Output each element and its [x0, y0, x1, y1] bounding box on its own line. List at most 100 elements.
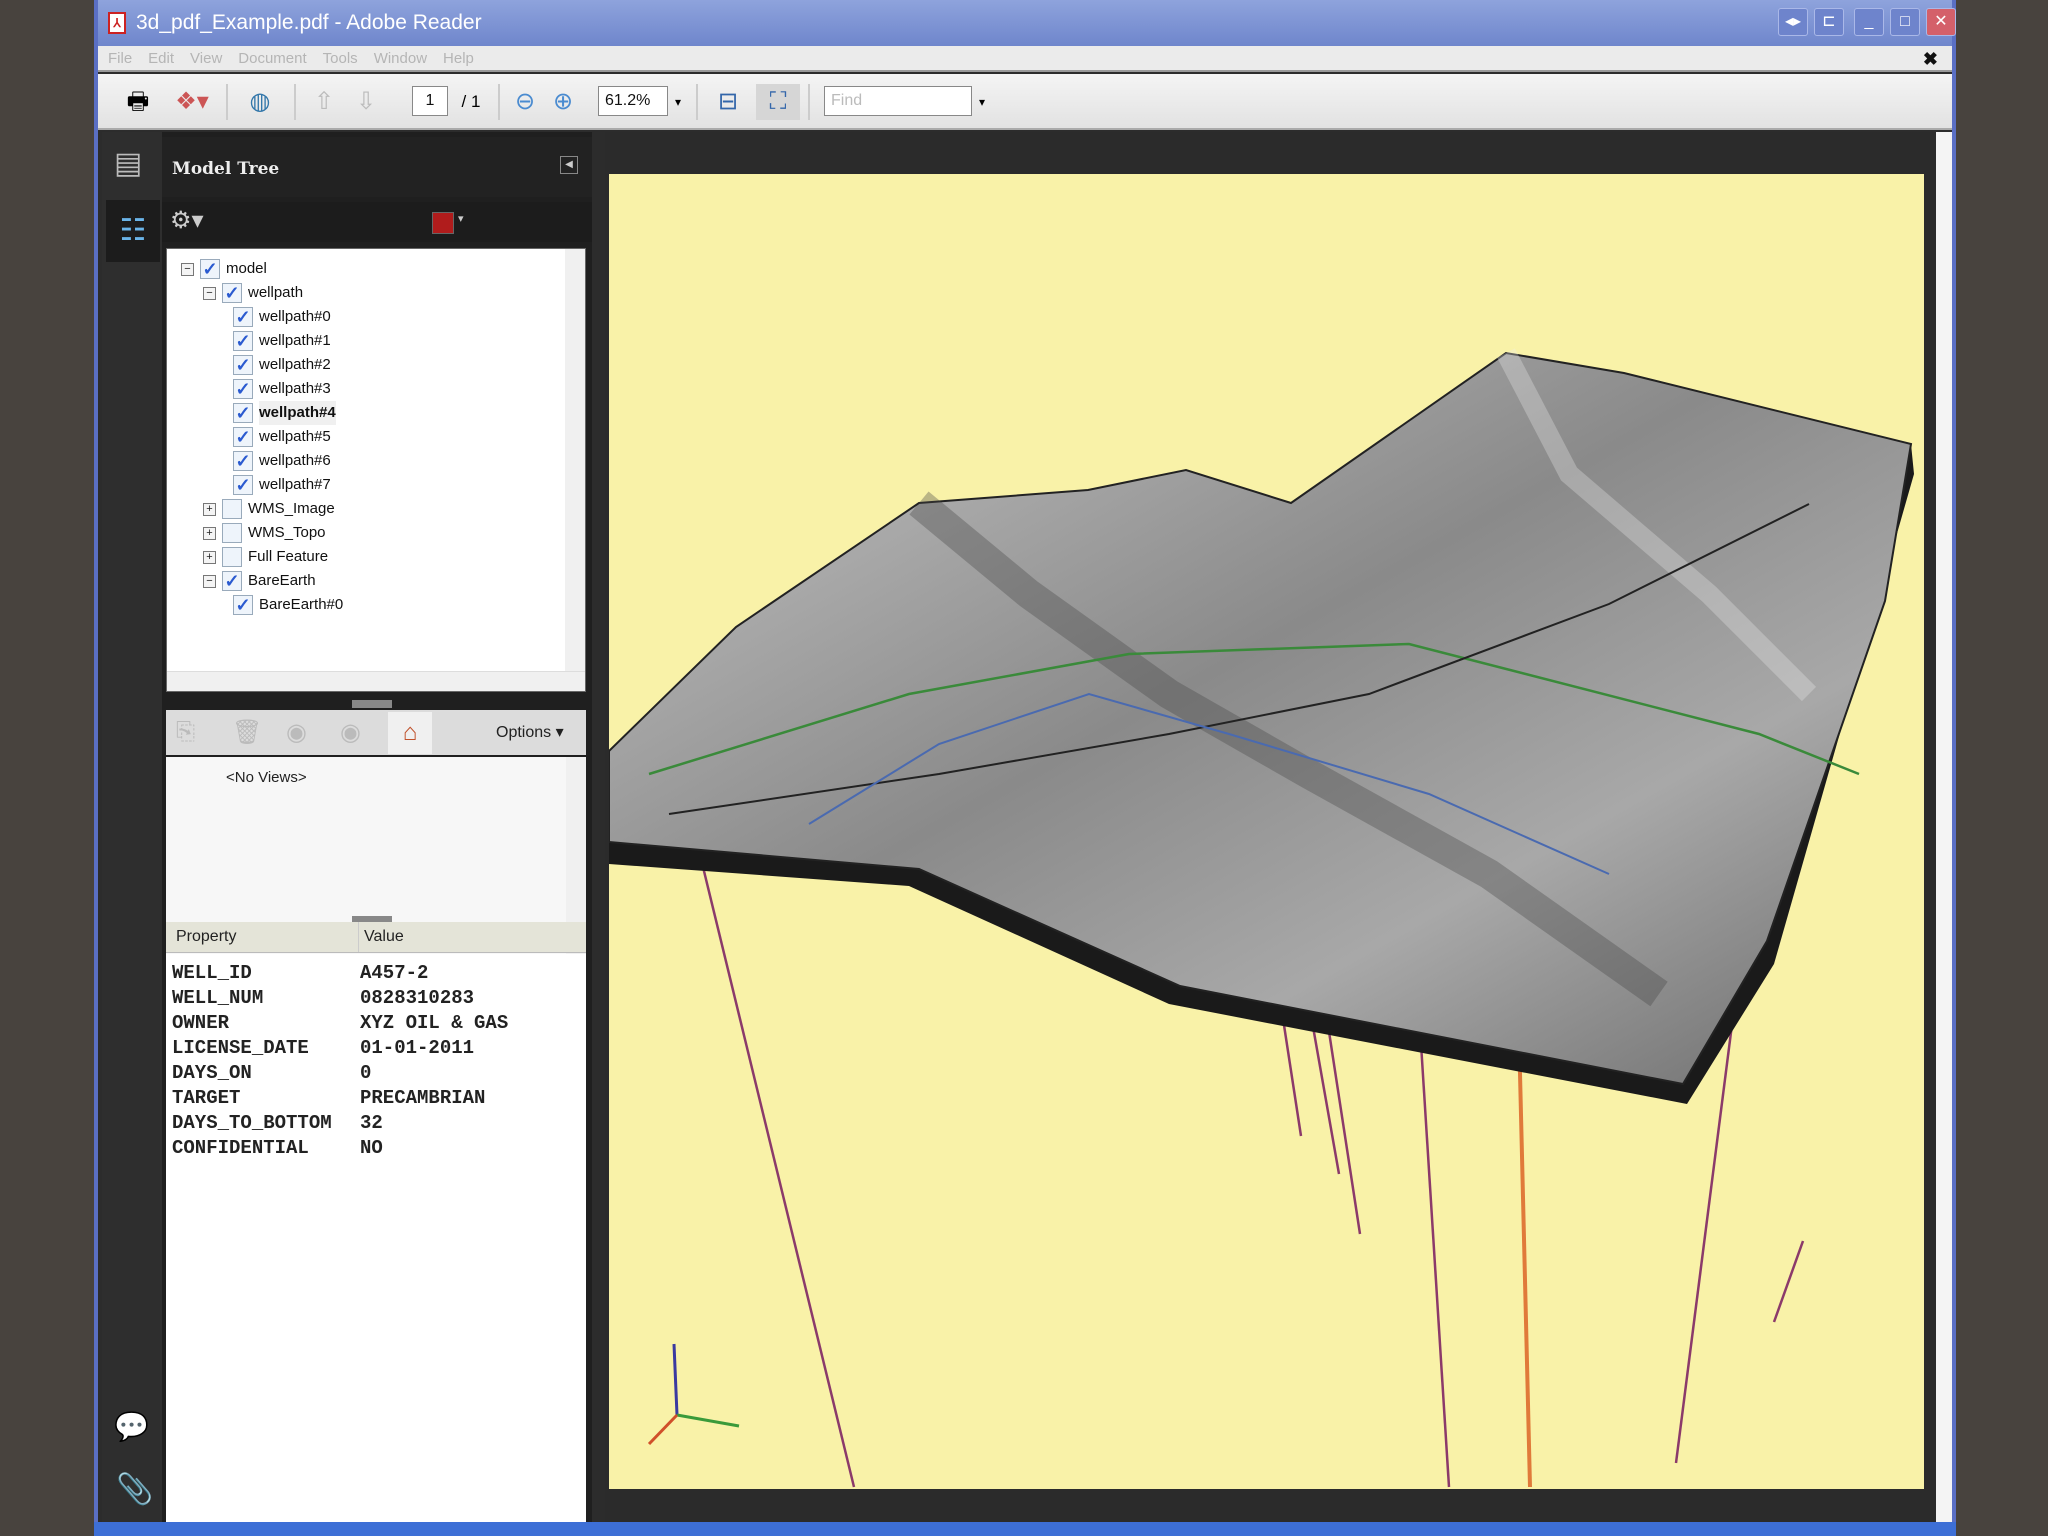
menu-help[interactable]: Help [443, 50, 474, 67]
minimize-button[interactable]: _ [1854, 8, 1884, 36]
property-value: PRECAMBRIAN [360, 1087, 486, 1109]
visibility-checkbox[interactable]: ✓ [200, 259, 220, 279]
zoom-dropdown-icon[interactable]: ▾ [670, 84, 686, 120]
close-button[interactable]: ✕ [1926, 8, 1956, 36]
color-picker-swatch[interactable] [432, 212, 454, 234]
collapse-panel-icon[interactable]: ◀ [560, 156, 578, 174]
tree-item[interactable]: + ✓ WMS_Topo [203, 521, 326, 545]
visibility-checkbox[interactable]: ✓ [233, 403, 253, 423]
collaborate-icon[interactable]: ◍ [238, 84, 282, 120]
document-vertical-scrollbar[interactable] [1936, 132, 1952, 1522]
toolbar: 🖶 ❖▾ ◍ ⇧ ⇩ 1 / 1 ⊖ ⊕ 61.2% ▾ ⊟ ⛶ Find ▾ [98, 74, 1952, 130]
find-dropdown-icon[interactable]: ▾ [974, 84, 990, 120]
visibility-checkbox[interactable]: ✓ [233, 475, 253, 495]
visibility-checkbox[interactable]: ✓ [233, 355, 253, 375]
3d-viewer[interactable] [605, 132, 1939, 1522]
collapse-icon[interactable]: − [203, 286, 216, 300]
maximize-button[interactable]: □ [1890, 8, 1920, 36]
property-value: 0828310283 [360, 987, 475, 1009]
visibility-checkbox[interactable]: ✓ [222, 547, 242, 567]
views-options-button[interactable]: Options ▾ [496, 722, 564, 742]
tree-item-label: wellpath#5 [259, 428, 331, 445]
visibility-checkbox[interactable]: ✓ [222, 571, 242, 591]
visibility-checkbox[interactable]: ✓ [233, 427, 253, 447]
create-pdf-icon[interactable]: ❖▾ [170, 84, 214, 120]
zoom-level-input[interactable]: 61.2% [598, 86, 668, 116]
tree-vertical-scrollbar[interactable] [565, 249, 585, 671]
model-tree-icon[interactable]: ☷ [106, 200, 160, 262]
window-title: 3d_pdf_Example.pdf - Adobe Reader [136, 11, 482, 34]
tree-item[interactable]: ✓ wellpath#3 [227, 377, 331, 401]
tree-item[interactable]: − ✓ BareEarth [203, 569, 316, 593]
collapse-icon[interactable]: − [203, 574, 216, 588]
fit-page-icon[interactable]: ⛶ [756, 84, 800, 120]
tree-item[interactable]: ✓ wellpath#5 [227, 425, 331, 449]
visibility-checkbox[interactable]: ✓ [233, 307, 253, 327]
zoom-in-icon[interactable]: ⊕ [548, 84, 578, 120]
wellpath-line[interactable] [1772, 1240, 1805, 1323]
property-value: A457-2 [360, 962, 429, 984]
visibility-checkbox[interactable]: ✓ [233, 451, 253, 471]
menu-window[interactable]: Window [374, 50, 427, 67]
tree-item[interactable]: ✓ wellpath#7 [227, 473, 331, 497]
new-view-icon[interactable]: ⎘ [176, 718, 195, 746]
pages-icon[interactable]: ▤ [114, 146, 142, 181]
wellpath-line[interactable] [701, 866, 856, 1488]
view-up-icon[interactable]: ◉ [286, 718, 307, 747]
wellpath-line[interactable] [1517, 1031, 1532, 1488]
view-down-icon[interactable]: ◉ [340, 718, 361, 747]
tree-item[interactable]: + ✓ WMS_Image [203, 497, 335, 521]
fit-width-icon[interactable]: ⊟ [708, 84, 748, 120]
visibility-checkbox[interactable]: ✓ [222, 523, 242, 543]
close-document-icon[interactable]: ✖ [1923, 46, 1938, 72]
3d-canvas[interactable] [608, 174, 1924, 1489]
expand-icon[interactable]: + [203, 526, 216, 540]
home-view-icon[interactable]: ⌂ [388, 712, 432, 754]
bare-earth-terrain[interactable] [608, 351, 1913, 1086]
page-number-input[interactable]: 1 [412, 86, 448, 116]
expand-icon[interactable]: + [203, 502, 216, 516]
property-column-header[interactable]: Property [176, 928, 236, 946]
menu-tools[interactable]: Tools [323, 50, 358, 67]
value-column-header[interactable]: Value [364, 928, 404, 946]
visibility-checkbox[interactable]: ✓ [222, 283, 242, 303]
visibility-checkbox[interactable]: ✓ [233, 331, 253, 351]
tree-item-label: WMS_Image [248, 500, 335, 517]
zoom-out-icon[interactable]: ⊖ [510, 84, 540, 120]
menu-view[interactable]: View [190, 50, 222, 67]
tree-horizontal-scrollbar[interactable] [167, 671, 585, 691]
tree-item[interactable]: + ✓ Full Feature [203, 545, 328, 569]
find-input[interactable]: Find [824, 86, 972, 116]
tree-item[interactable]: ✓ wellpath#6 [227, 449, 331, 473]
tree-item[interactable]: − ✓ wellpath [203, 281, 303, 305]
delete-view-icon[interactable]: 🗑 [232, 718, 262, 747]
tree-item[interactable]: ✓ wellpath#4 [227, 401, 336, 425]
attachments-icon[interactable]: 📎 [116, 1472, 153, 1507]
menu-file[interactable]: File [108, 50, 132, 67]
visibility-checkbox[interactable]: ✓ [233, 595, 253, 615]
expand-icon[interactable]: + [203, 550, 216, 564]
next-page-icon[interactable]: ⇩ [348, 84, 384, 120]
3d-model-scene[interactable] [608, 174, 1924, 1489]
tree-item[interactable]: − ✓ model [181, 257, 267, 281]
tree-item[interactable]: ✓ wellpath#0 [227, 305, 331, 329]
gear-options-icon[interactable]: ⚙▾ [170, 206, 204, 235]
comments-icon[interactable]: 💬 [114, 1410, 149, 1443]
property-name: DAYS_TO_BOTTOM [172, 1112, 332, 1134]
property-value: 0 [360, 1062, 372, 1084]
menu-edit[interactable]: Edit [148, 50, 174, 67]
print-icon[interactable]: 🖶 [118, 84, 158, 120]
visibility-checkbox[interactable]: ✓ [222, 499, 242, 519]
splitter-handle[interactable] [352, 700, 392, 708]
read-mode-icon[interactable]: ⊏ [1814, 8, 1844, 36]
wellpath-line[interactable] [1417, 1011, 1451, 1488]
tree-item[interactable]: ✓ wellpath#2 [227, 353, 331, 377]
visibility-checkbox[interactable]: ✓ [233, 379, 253, 399]
tree-item[interactable]: ✓ wellpath#1 [227, 329, 331, 353]
previous-page-icon[interactable]: ⇧ [306, 84, 342, 120]
restore-toolbar-icon[interactable]: ◂▸ [1778, 8, 1808, 36]
tree-item[interactable]: ✓ BareEarth#0 [227, 593, 343, 617]
color-dropdown-icon[interactable]: ▾ [458, 212, 464, 225]
collapse-icon[interactable]: − [181, 262, 194, 276]
menu-document[interactable]: Document [238, 50, 306, 67]
